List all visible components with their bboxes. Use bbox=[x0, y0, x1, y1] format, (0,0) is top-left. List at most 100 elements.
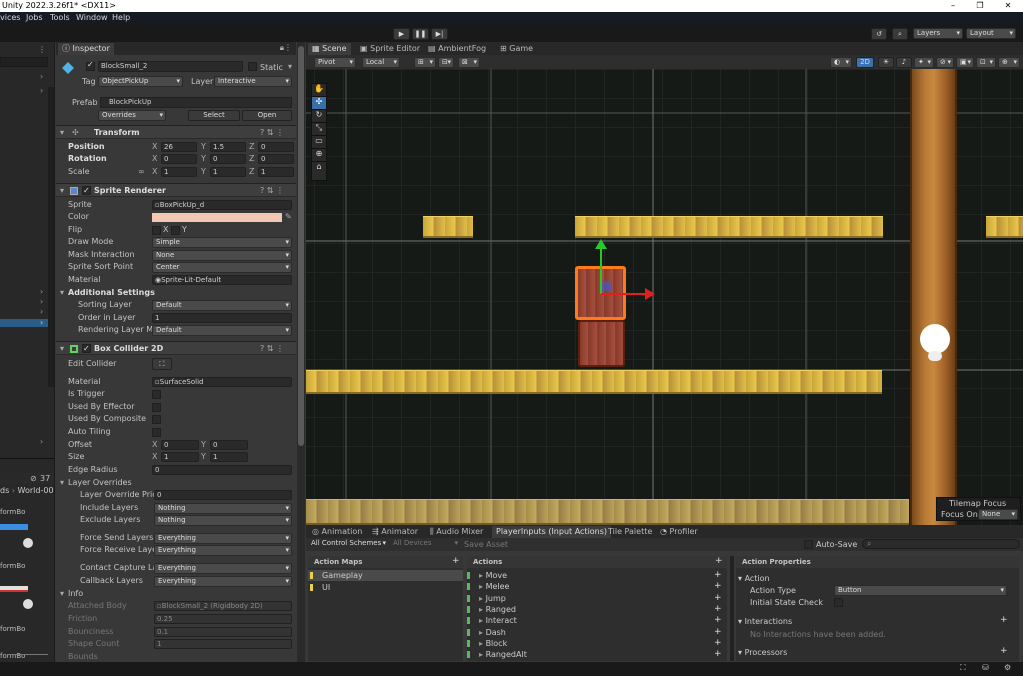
search-field[interactable]: ⌕ bbox=[862, 539, 1020, 549]
add-binding-icon[interactable]: + bbox=[714, 570, 722, 581]
rotation-x-field[interactable]: 0 bbox=[161, 154, 197, 164]
more-icon[interactable]: ⋮ bbox=[38, 45, 46, 54]
white-orb-base[interactable] bbox=[928, 351, 942, 361]
increment-dropdown[interactable]: ⊠ bbox=[458, 57, 480, 68]
debug-icon[interactable]: ⚙ bbox=[1004, 663, 1011, 672]
action-map-ui[interactable]: UI bbox=[308, 582, 463, 593]
eye-icon[interactable]: ⊘ bbox=[30, 474, 37, 483]
box-collider-enabled[interactable] bbox=[82, 342, 91, 355]
menu-item-services[interactable]: vices bbox=[0, 13, 20, 22]
collider-material-field[interactable]: ▫SurfaceSolid bbox=[152, 377, 292, 387]
chevron-right-icon[interactable]: › bbox=[40, 287, 43, 296]
sort-point-dropdown[interactable]: Center bbox=[152, 262, 292, 273]
add-binding-icon[interactable]: + bbox=[714, 627, 722, 638]
force-send-dropdown[interactable]: Everything bbox=[154, 533, 292, 544]
platform-floor[interactable] bbox=[306, 499, 909, 525]
action-section-foldout[interactable]: ▾ Action bbox=[738, 573, 770, 584]
auto-save-checkbox[interactable] bbox=[804, 540, 813, 549]
block-pickup[interactable] bbox=[578, 320, 625, 367]
processors-foldout[interactable]: ▾ Processors bbox=[738, 647, 787, 658]
custom-tool-icon[interactable]: ⌂ bbox=[312, 162, 326, 175]
layer-overrides-foldout[interactable]: Layer Overrides bbox=[68, 477, 132, 489]
white-orb[interactable] bbox=[920, 324, 950, 354]
expand-icon[interactable]: ▾ bbox=[60, 126, 64, 139]
snap-dropdown[interactable]: ⊟ bbox=[438, 57, 454, 68]
add-processor-icon[interactable]: + bbox=[1000, 646, 1008, 656]
camera-dropdown[interactable]: ▣ bbox=[956, 57, 974, 68]
order-field[interactable]: 1 bbox=[152, 313, 292, 323]
link-icon[interactable]: ∞ bbox=[138, 166, 145, 178]
chevron-right-icon[interactable]: › bbox=[40, 437, 43, 446]
search-icon[interactable]: ⌕ bbox=[892, 28, 908, 40]
hierarchy-search[interactable] bbox=[0, 57, 48, 67]
shading-dropdown[interactable]: ◐ bbox=[830, 57, 852, 68]
transform-header[interactable]: ▾ ✣ Transform ? ⇅ ⋮ bbox=[56, 125, 296, 139]
add-binding-icon[interactable]: + bbox=[714, 604, 722, 615]
asset-label[interactable]: formBo bbox=[0, 508, 25, 516]
hierarchy-scrollbar[interactable] bbox=[48, 87, 54, 387]
tree-trunk[interactable] bbox=[910, 69, 957, 525]
object-name-field[interactable]: BlockSmall_2 bbox=[98, 61, 243, 72]
overrides-dropdown[interactable]: Overrides bbox=[98, 110, 166, 121]
eyedropper-icon[interactable]: ✎ bbox=[285, 211, 292, 223]
gizmo-x-axis[interactable] bbox=[601, 293, 645, 295]
action-item[interactable]: ▸ Ranged + bbox=[467, 604, 727, 615]
layout-dropdown[interactable]: Layout bbox=[966, 28, 1016, 39]
platform-small[interactable] bbox=[423, 216, 473, 238]
tab-scene[interactable]: ▦ Scene bbox=[308, 43, 351, 55]
light-icon[interactable]: ☀ bbox=[878, 57, 894, 68]
control-schemes-dropdown[interactable]: All Control Schemes bbox=[308, 539, 388, 550]
tab-game[interactable]: ⊞ Game bbox=[496, 43, 537, 55]
tab-tile-palette[interactable]: Tile Palette bbox=[604, 526, 656, 538]
tab-animation[interactable]: ◎ Animation bbox=[308, 526, 366, 538]
column-divider[interactable] bbox=[730, 556, 734, 661]
rotation-z-field[interactable]: 0 bbox=[258, 154, 294, 164]
component-menu-icon[interactable]: ? ⇅ ⋮ bbox=[260, 342, 284, 355]
save-asset-button[interactable]: Save Asset bbox=[464, 540, 508, 549]
platform-upper[interactable] bbox=[575, 216, 883, 238]
action-item[interactable]: ▸ Jump + bbox=[467, 593, 727, 604]
visibility-dropdown[interactable]: ⊘ bbox=[936, 57, 954, 68]
menu-item-window[interactable]: Window bbox=[76, 13, 108, 22]
expand-icon[interactable]: ▾ bbox=[60, 184, 64, 197]
active-checkbox[interactable] bbox=[86, 60, 95, 71]
zoom-slider[interactable] bbox=[8, 654, 48, 655]
focus-on-dropdown[interactable]: None bbox=[978, 509, 1018, 520]
action-type-dropdown[interactable]: Button bbox=[834, 585, 1007, 596]
auto-tiling-checkbox[interactable] bbox=[152, 428, 161, 437]
tab-animator[interactable]: ⇶ Animator bbox=[368, 526, 422, 538]
tools-dropdown[interactable]: ⊡ bbox=[976, 57, 996, 68]
prefab-field[interactable]: BlockPickUp bbox=[100, 97, 292, 108]
action-item[interactable]: ▸ Block + bbox=[467, 638, 727, 649]
pivot-dropdown[interactable]: Pivot bbox=[314, 57, 356, 68]
action-item[interactable]: ▸ Interact + bbox=[467, 615, 727, 626]
force-receive-dropdown[interactable]: Everything bbox=[154, 545, 292, 556]
add-action-map-icon[interactable]: + bbox=[452, 556, 460, 566]
box-collider-header[interactable]: ▾ Box Collider 2D ? ⇅ ⋮ bbox=[56, 341, 296, 355]
sprite-renderer-enabled[interactable] bbox=[82, 184, 91, 197]
tag-dropdown[interactable]: ObjectPickUp bbox=[98, 76, 183, 87]
action-map-gameplay[interactable]: Gameplay bbox=[308, 570, 463, 581]
close-button[interactable]: ✕ bbox=[1000, 0, 1016, 12]
draw-mode-dropdown[interactable]: Simple bbox=[152, 237, 292, 248]
lock-icon[interactable]: 🔒︎⋮ bbox=[280, 43, 292, 53]
pause-button[interactable]: ❚❚ bbox=[412, 28, 429, 40]
color-swatch[interactable] bbox=[152, 213, 282, 222]
tab-ambient-fog[interactable]: ▤ AmbientFog bbox=[424, 43, 490, 55]
rendering-layer-dropdown[interactable]: Default bbox=[152, 325, 292, 336]
composite-checkbox[interactable] bbox=[152, 415, 161, 424]
expand-icon[interactable]: ▾ bbox=[60, 588, 64, 600]
local-dropdown[interactable]: Local bbox=[362, 57, 400, 68]
asset-thumbnail[interactable] bbox=[0, 524, 28, 530]
is-trigger-checkbox[interactable] bbox=[152, 390, 161, 399]
info-foldout[interactable]: Info bbox=[68, 588, 83, 600]
scene-viewport[interactable]: ✋ ✣ ↻ ⤡ ▭ ⊕ ⌂ Tilemap Focus Focus On Non… bbox=[306, 69, 1023, 525]
mask-dropdown[interactable]: None bbox=[152, 250, 292, 261]
position-x-field[interactable]: 26 bbox=[161, 142, 197, 152]
tab-profiler[interactable]: ◔ Profiler bbox=[656, 526, 702, 538]
sorting-layer-dropdown[interactable]: Default bbox=[152, 300, 292, 311]
chevron-right-icon[interactable]: › bbox=[40, 72, 43, 81]
menu-item-tools[interactable]: Tools bbox=[50, 13, 70, 22]
rotate-tool-icon[interactable]: ↻ bbox=[312, 110, 326, 123]
breadcrumb-world[interactable]: World-00 bbox=[18, 486, 54, 495]
